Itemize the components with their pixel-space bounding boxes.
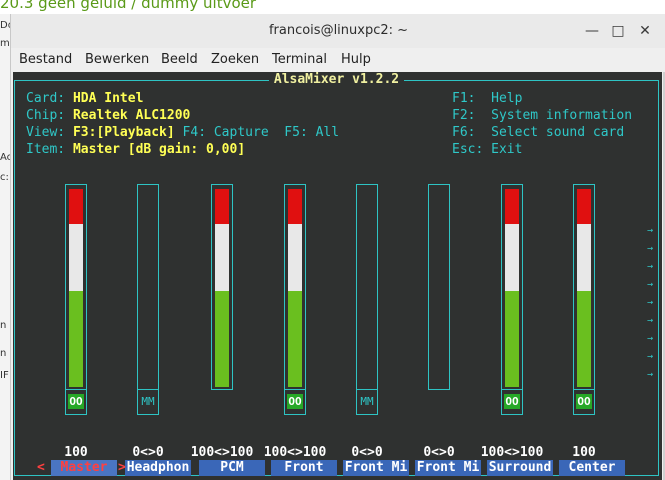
channel-2[interactable]: [183, 184, 263, 414]
channel-volume-value: 0<>0: [351, 445, 383, 460]
volume-fill-white: [288, 223, 302, 291]
channel-label[interactable]: Front: [271, 460, 337, 476]
volume-fill-red: [577, 189, 591, 224]
menu-bar: Bestand Bewerken Beeld Zoeken Terminal H…: [11, 48, 665, 72]
view-capture[interactable]: F4: Capture: [183, 125, 269, 140]
channel-label[interactable]: Master: [51, 460, 117, 476]
channel-6[interactable]: OO: [473, 184, 553, 415]
channel-volume-value: 100: [572, 445, 596, 460]
menu-bewerken[interactable]: Bewerken: [85, 52, 149, 67]
channel-4[interactable]: MM: [328, 184, 408, 415]
volume-bar[interactable]: [428, 184, 450, 390]
volume-bar[interactable]: [501, 184, 523, 390]
mute-state: MM: [141, 395, 155, 408]
background-page-header: 20.3 geen geluid / dummy uitvoer: [0, 0, 665, 14]
volume-bar[interactable]: [284, 184, 306, 390]
channel-0[interactable]: OO: [37, 184, 117, 415]
channel-volume-value: 100<>100: [190, 445, 254, 460]
volume-fill-red: [215, 189, 229, 224]
mute-toggle[interactable]: OO: [65, 389, 87, 415]
mute-state: OO: [287, 394, 303, 409]
mute-state: OO: [68, 394, 84, 409]
view-playback[interactable]: F3:[Playback]: [73, 125, 175, 140]
help-f1: F1: Help: [452, 91, 523, 106]
channel-label[interactable]: Surround: [487, 460, 553, 476]
volume-fill-green: [577, 290, 591, 387]
volume-fill-white: [215, 223, 229, 291]
chip-line: Chip: Realtek ALC1200: [26, 108, 191, 123]
mute-toggle[interactable]: MM: [356, 389, 378, 415]
terminal-area[interactable]: AlsaMixer v1.2.2 Card: HDA Intel Chip: R…: [13, 72, 662, 480]
view-line: View: F3:[Playback] F4: Capture F5: All: [26, 125, 340, 140]
volume-fill-red: [288, 189, 302, 224]
volume-fill-green: [215, 290, 229, 387]
channel-3[interactable]: OO: [256, 184, 336, 415]
scroll-right-arrows: → → → → → → → → →: [647, 225, 654, 380]
close-button[interactable]: ✕: [635, 21, 655, 41]
volume-bar[interactable]: [137, 184, 159, 390]
channel-label[interactable]: PCM: [199, 460, 265, 476]
channel-7[interactable]: OO: [545, 184, 625, 415]
help-f2: F2: System information: [452, 108, 633, 123]
volume-fill-white: [577, 223, 591, 291]
minimize-button[interactable]: —: [582, 21, 602, 41]
channel-volume-value: 100<>100: [263, 445, 327, 460]
card-value: HDA Intel: [72, 91, 144, 106]
volume-fill-green: [69, 290, 83, 387]
volume-fill-green: [288, 290, 302, 387]
volume-bar[interactable]: [211, 184, 233, 390]
channel-label[interactable]: Front Mi: [415, 460, 481, 476]
terminal-window: francois@linuxpc2: ~ — □ ✕ Bestand Bewer…: [10, 14, 665, 480]
title-bar[interactable]: francois@linuxpc2: ~ — □ ✕: [11, 14, 665, 48]
item-value: Master [dB gain: 0,00]: [72, 142, 246, 157]
volume-bar[interactable]: [573, 184, 595, 390]
channel-volume-value: 100: [64, 445, 88, 460]
volume-fill-white: [69, 223, 83, 291]
channel-label[interactable]: Center: [559, 460, 625, 476]
background-heading: 20.3 geen geluid / dummy uitvoer: [0, 0, 257, 12]
selected-marker-left: <: [37, 460, 45, 475]
help-f6: F6: Select sound card: [452, 125, 625, 140]
card-line: Card: HDA Intel: [26, 91, 144, 106]
mute-toggle[interactable]: OO: [573, 389, 595, 415]
menu-beeld[interactable]: Beeld: [161, 52, 198, 67]
alsamixer-title: AlsaMixer v1.2.2: [15, 72, 658, 88]
maximize-button[interactable]: □: [608, 21, 628, 41]
channel-1[interactable]: MM: [109, 184, 189, 415]
chip-value: Realtek ALC1200: [72, 108, 191, 123]
channel-volume-value: 0<>0: [423, 445, 455, 460]
channel-label[interactable]: Headphon: [125, 460, 191, 476]
volume-bar[interactable]: [356, 184, 378, 390]
help-esc: Esc: Exit: [452, 142, 523, 157]
window-title: francois@linuxpc2: ~: [268, 23, 409, 38]
menu-zoeken[interactable]: Zoeken: [211, 52, 259, 67]
mute-toggle[interactable]: MM: [137, 389, 159, 415]
channel-volume-value: 100<>100: [480, 445, 544, 460]
mute-toggle[interactable]: OO: [284, 389, 306, 415]
volume-fill-white: [505, 223, 519, 291]
mute-toggle[interactable]: OO: [501, 389, 523, 415]
mute-state: OO: [504, 394, 520, 409]
channel-label[interactable]: Front Mi: [343, 460, 409, 476]
menu-terminal[interactable]: Terminal: [272, 52, 327, 67]
mute-state: MM: [360, 395, 374, 408]
menu-hulp[interactable]: Hulp: [341, 52, 371, 67]
channel-5[interactable]: [400, 184, 480, 414]
view-all[interactable]: F5: All: [284, 125, 339, 140]
volume-fill-green: [505, 290, 519, 387]
volume-fill-red: [69, 189, 83, 224]
item-line: Item: Master [dB gain: 0,00]: [26, 142, 246, 157]
volume-bar[interactable]: [65, 184, 87, 390]
selected-marker-right: >: [118, 460, 126, 475]
mute-state: OO: [576, 394, 592, 409]
menu-bestand[interactable]: Bestand: [19, 52, 72, 67]
volume-fill-red: [505, 189, 519, 224]
channel-volume-value: 0<>0: [132, 445, 164, 460]
